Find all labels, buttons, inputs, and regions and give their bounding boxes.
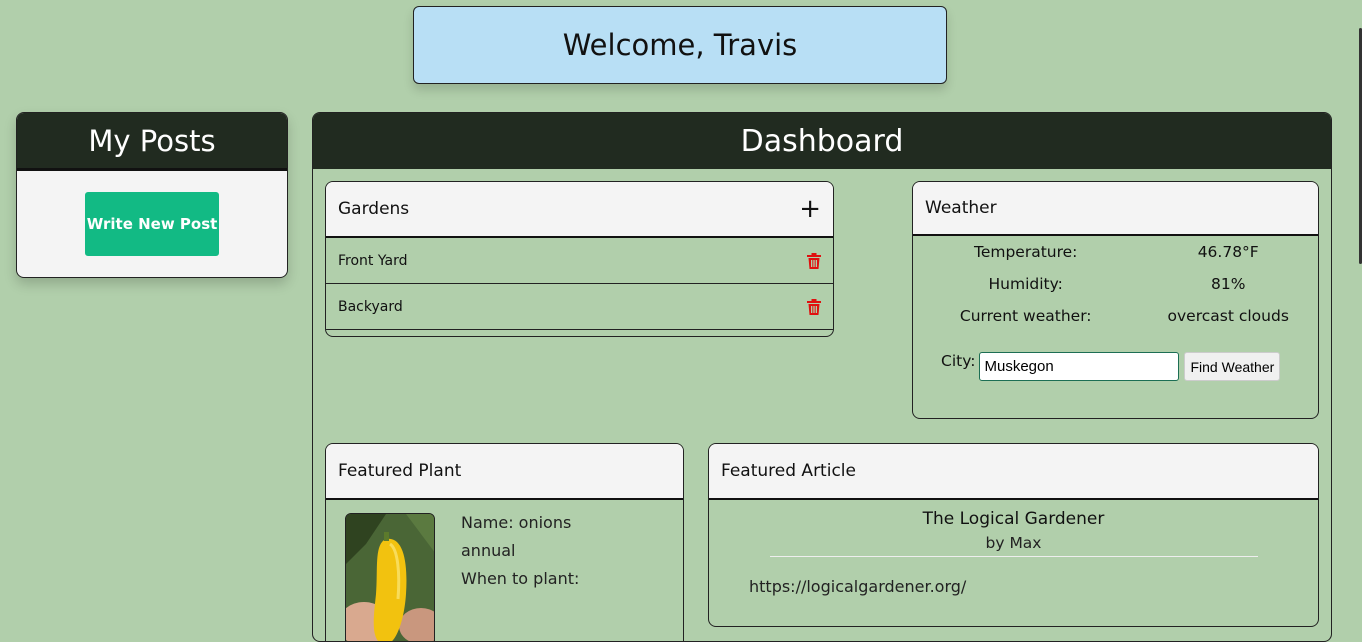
my-posts-title: My Posts	[88, 123, 216, 158]
featured-article-title: Featured Article	[721, 461, 856, 481]
gardens-card: Gardens + Front Yard Backyard	[325, 181, 834, 337]
my-posts-panel: My Posts Write New Post	[16, 112, 288, 278]
write-new-post-button[interactable]: Write New Post	[85, 192, 219, 256]
weather-label: Temperature:	[974, 243, 1078, 261]
featured-article-card: Featured Article The Logical Gardener by…	[708, 443, 1319, 627]
garden-name[interactable]: Backyard	[338, 299, 403, 315]
city-form: City: Find Weather	[941, 352, 1281, 381]
weather-row: Humidity: 81%	[913, 268, 1318, 300]
divider	[769, 556, 1258, 557]
plant-type: annual	[461, 541, 516, 560]
weather-label: Current weather:	[959, 307, 1092, 325]
city-input[interactable]	[979, 352, 1180, 381]
welcome-text: Welcome, Travis	[562, 28, 798, 62]
featured-plant-card: Featured Plant Name: onions annual When …	[325, 443, 684, 641]
weather-label: Humidity:	[988, 275, 1063, 293]
plant-name: Name: onions	[461, 513, 572, 532]
plant-when: When to plant:	[461, 569, 580, 588]
plant-image	[345, 513, 435, 641]
weather-title: Weather	[925, 198, 997, 218]
garden-name[interactable]: Front Yard	[338, 253, 407, 269]
weather-value: overcast clouds	[1167, 307, 1289, 325]
weather-row: Current weather: overcast clouds	[913, 300, 1318, 332]
gardens-title: Gardens	[338, 199, 410, 219]
find-weather-button[interactable]: Find Weather	[1184, 352, 1281, 381]
trash-icon[interactable]	[807, 252, 821, 269]
weather-value: 46.78°F	[1197, 243, 1259, 261]
dashboard-panel: Dashboard Gardens + Front Yard Backyard	[312, 112, 1332, 642]
plant-info: Name: onions annual When to plant:	[461, 509, 579, 593]
featured-plant-header: Featured Plant	[326, 444, 683, 500]
my-posts-header: My Posts	[17, 113, 287, 171]
weather-row: Temperature: 46.78°F	[913, 236, 1318, 268]
weather-value: 81%	[1210, 275, 1246, 293]
garden-row[interactable]: Backyard	[326, 284, 833, 330]
garden-row[interactable]: Front Yard	[326, 238, 833, 284]
trash-icon[interactable]	[807, 298, 821, 315]
weather-header: Weather	[913, 182, 1318, 236]
featured-plant-title: Featured Plant	[338, 461, 462, 481]
gardens-header: Gardens +	[326, 182, 833, 238]
city-label: City:	[941, 352, 976, 370]
squash-illustration	[346, 514, 434, 641]
dashboard-header: Dashboard	[313, 113, 1331, 169]
welcome-banner: Welcome, Travis	[413, 6, 947, 84]
add-garden-icon[interactable]: +	[799, 196, 821, 222]
article-link[interactable]: https://logicalgardener.org/	[749, 577, 1318, 596]
featured-article-header: Featured Article	[709, 444, 1318, 500]
article-author: by Max	[985, 534, 1042, 552]
dashboard-title: Dashboard	[740, 123, 904, 159]
article-title: The Logical Gardener	[922, 509, 1105, 529]
weather-card: Weather Temperature: 46.78°F Humidity: 8…	[912, 181, 1319, 419]
